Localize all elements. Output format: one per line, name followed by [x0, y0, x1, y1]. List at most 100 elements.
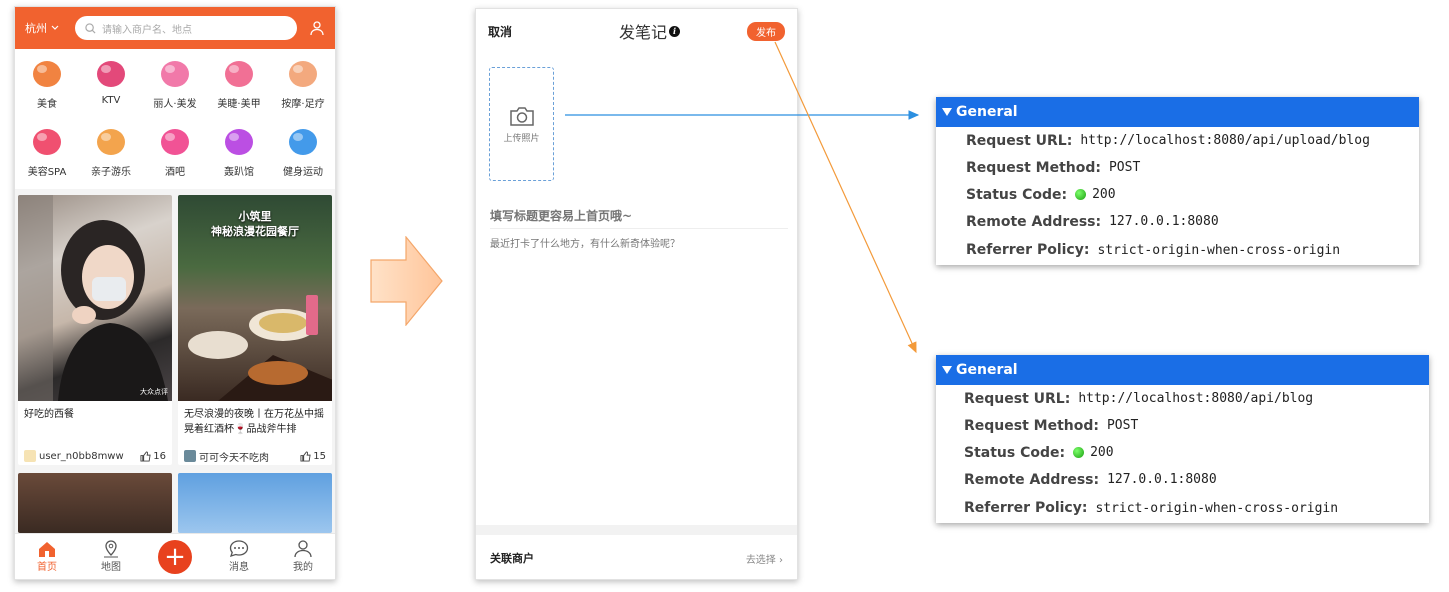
card-meta: user_n0bb8mww 16 — [18, 447, 172, 465]
associate-shop-action-label: 去选择 — [745, 554, 776, 566]
hair-icon — [154, 53, 196, 91]
status-code-value: 200 — [1092, 187, 1116, 202]
page-title: 发笔记 i — [619, 19, 681, 43]
cocktail-icon — [154, 121, 196, 159]
status-code-value: 200 — [1090, 445, 1114, 460]
cancel-button[interactable]: 取消 — [488, 23, 512, 40]
feed-card-partial[interactable] — [178, 473, 332, 533]
panel-header[interactable]: General — [936, 355, 1429, 385]
overlay-line-2: 神秘浪漫花园餐厅 — [211, 225, 299, 238]
map-pin-icon — [104, 540, 118, 558]
watermark: 大众点评 — [140, 388, 168, 396]
like-button[interactable]: 16 — [140, 451, 166, 462]
city-selector[interactable]: 杭州 — [25, 20, 75, 36]
tab-home[interactable]: 首页 — [22, 540, 72, 573]
request-method-key: Request Method: — [966, 159, 1101, 176]
feed-card[interactable]: 大众点评 好吃的西餐 user_n0bb8mww 16 — [18, 195, 172, 465]
like-button[interactable]: 15 — [300, 451, 326, 462]
panel-header-label: General — [956, 104, 1018, 120]
remote-address-key: Remote Address: — [964, 471, 1100, 488]
home-header: 杭州 请输入商户名、地点 — [15, 7, 335, 49]
plus-icon: + — [158, 539, 192, 574]
category-label: 健身运动 — [283, 167, 323, 178]
card-user: 可可今天不吃肉 — [199, 452, 269, 464]
request-url-row: Request URL: http://localhost:8080/api/up… — [936, 127, 1419, 154]
upload-photo-button[interactable]: 上传照片 — [489, 67, 554, 181]
like-count: 15 — [313, 450, 326, 462]
avatar — [184, 450, 196, 462]
city-label: 杭州 — [25, 22, 47, 35]
remote-address-value: 127.0.0.1:8080 — [1107, 472, 1217, 487]
status-code-row: Status Code: 200 — [936, 439, 1429, 466]
remote-address-row: Remote Address: 127.0.0.1:8080 — [936, 208, 1419, 235]
feed-card[interactable]: 小筑里 神秘浪漫花园餐厅 无尽浪漫的夜晚丨在万花丛中摇晃着红酒杯🍷品战斧牛排 可… — [178, 195, 332, 465]
microphone-icon — [90, 53, 132, 91]
category-item[interactable]: 丽人·美发 — [143, 53, 207, 121]
associate-shop-label: 关联商户 — [490, 552, 534, 565]
referrer-policy-value: strict-origin-when-cross-origin — [1095, 500, 1339, 516]
party-mask-icon — [218, 121, 260, 159]
category-item[interactable]: 亲子游乐 — [79, 121, 143, 189]
request-method-key: Request Method: — [964, 417, 1099, 434]
category-grid: 美食 KTV 丽人·美发 美睫·美甲 按摩·足疗美容SPA 亲子游乐 酒吧 轰趴馆 健身运动 — [15, 49, 335, 189]
network-general-panel-blog: General Request URL: http://localhost:808… — [936, 355, 1429, 523]
user-icon[interactable] — [309, 20, 325, 36]
associate-shop-row[interactable]: 关联商户 去选择 › — [476, 535, 797, 579]
overlay-line-1: 小筑里 — [238, 210, 272, 223]
category-item[interactable]: 美睫·美甲 — [207, 53, 271, 121]
roast-chicken-icon — [26, 53, 68, 91]
category-label: 酒吧 — [165, 167, 185, 178]
category-label: 亲子游乐 — [91, 167, 131, 178]
search-input[interactable]: 请输入商户名、地点 — [75, 16, 297, 40]
network-general-panel-upload: General Request URL: http://localhost:808… — [936, 97, 1419, 265]
referrer-policy-row: Referrer Policy: strict-origin-when-cross… — [936, 235, 1419, 265]
category-item[interactable]: 按摩·足疗 — [271, 53, 335, 121]
tab-map[interactable]: 地图 — [86, 540, 136, 573]
category-label: 美容SPA — [27, 167, 67, 178]
category-label: 美食 — [37, 99, 57, 110]
tab-label: 地图 — [101, 562, 121, 573]
tab-publish[interactable]: + — [150, 539, 200, 574]
thumbs-up-icon — [300, 450, 311, 462]
request-url-value: http://localhost:8080/api/upload/blog — [1080, 133, 1370, 148]
card-user: user_n0bb8mww — [39, 450, 124, 462]
tab-label: 消息 — [229, 562, 249, 573]
dumbbell-icon — [282, 121, 324, 159]
like-count: 16 — [153, 450, 166, 462]
search-placeholder: 请输入商户名、地点 — [102, 24, 192, 36]
feed-card-partial[interactable] — [18, 473, 172, 533]
tab-messages[interactable]: 消息 — [214, 540, 264, 573]
panel-header[interactable]: General — [936, 97, 1419, 127]
status-code-row: Status Code: 200 — [936, 181, 1419, 208]
content-textarea[interactable] — [490, 235, 788, 525]
request-method-row: Request Method: POST — [936, 154, 1419, 181]
request-method-value: POST — [1108, 160, 1141, 175]
card-photo: 小筑里 神秘浪漫花园餐厅 — [178, 195, 332, 401]
camera-icon — [509, 106, 534, 126]
home-icon — [39, 542, 55, 557]
family-icon — [90, 121, 132, 159]
category-item[interactable]: 轰趴馆 — [207, 121, 271, 189]
card-meta: 可可今天不吃肉 15 — [178, 447, 332, 465]
tab-label: 首页 — [37, 562, 57, 573]
photo-illustration — [18, 195, 168, 401]
title-input[interactable] — [490, 203, 788, 229]
publish-button[interactable]: 发布 — [747, 21, 785, 41]
category-item[interactable]: KTV — [79, 53, 143, 121]
associate-shop-action[interactable]: 去选择 › — [746, 551, 783, 566]
category-item[interactable]: 美容SPA — [15, 121, 79, 189]
category-item[interactable]: 美食 — [15, 53, 79, 121]
tab-profile[interactable]: 我的 — [278, 540, 328, 573]
status-code-key: Status Code: — [966, 186, 1068, 203]
info-icon[interactable]: i — [669, 25, 681, 37]
feed: 大众点评 好吃的西餐 user_n0bb8mww 16 小筑里 神秘浪漫花园餐厅… — [15, 189, 335, 465]
request-method-row: Request Method: POST — [936, 412, 1429, 439]
tab-label: 我的 — [293, 562, 313, 573]
card-title: 好吃的西餐 — [24, 409, 74, 420]
remote-address-value: 127.0.0.1:8080 — [1109, 214, 1219, 229]
request-method-value: POST — [1106, 418, 1139, 433]
category-item[interactable]: 健身运动 — [271, 121, 335, 189]
feed-next-row — [15, 465, 335, 533]
category-item[interactable]: 酒吧 — [143, 121, 207, 189]
request-url-row: Request URL: http://localhost:8080/api/bl… — [936, 385, 1429, 412]
